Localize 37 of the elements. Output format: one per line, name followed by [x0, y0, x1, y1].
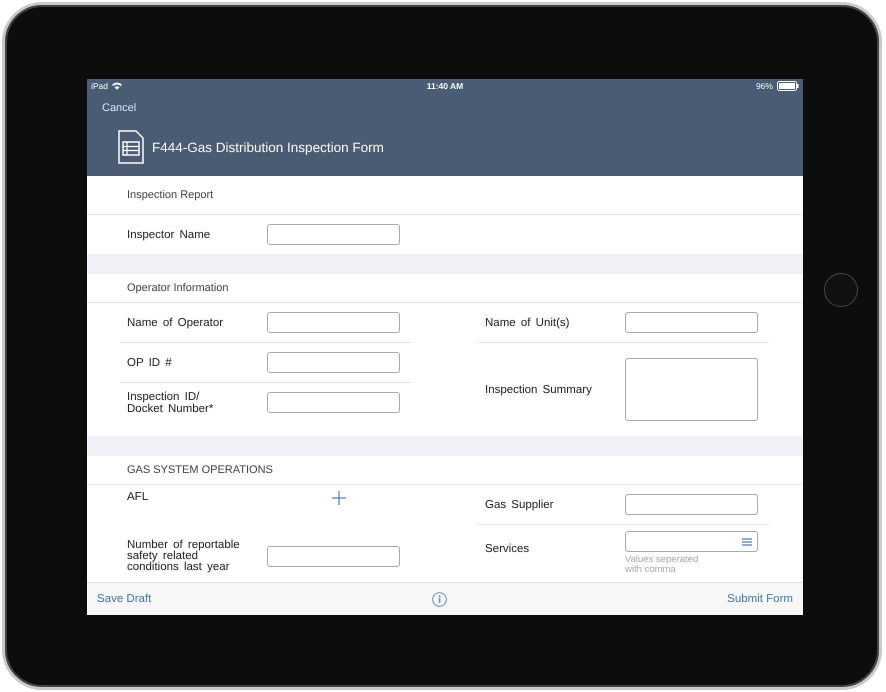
battery-percent: 96%	[756, 81, 773, 91]
section-title: Inspection Report	[127, 189, 214, 201]
input-field[interactable]	[267, 546, 400, 567]
hint-text: Values seperated with comma	[625, 555, 700, 575]
input-field[interactable]	[267, 392, 400, 413]
home-button[interactable]	[824, 273, 858, 307]
list-icon[interactable]	[742, 538, 752, 546]
section-title: Operator Information	[127, 282, 228, 294]
field-label: Name of Unit(s)	[484, 316, 571, 328]
field-label: Inspection ID/ Docket Number*	[126, 390, 214, 414]
input-field[interactable]	[267, 224, 400, 245]
add-icon[interactable]	[332, 491, 346, 505]
input-field[interactable]	[625, 494, 758, 515]
input-field[interactable]	[267, 352, 400, 373]
section-title: GAS SYSTEM OPERATIONS	[127, 464, 273, 476]
form-document-icon	[118, 130, 144, 164]
field-label: Gas Supplier	[484, 498, 554, 510]
form-title: F444-Gas Distribution Inspection Form	[152, 140, 384, 154]
input-field[interactable]	[267, 312, 400, 333]
battery-icon	[776, 81, 799, 91]
device-name: iPad	[91, 81, 108, 91]
input-field[interactable]	[625, 531, 758, 552]
field-label: AFL	[126, 491, 150, 503]
text-area[interactable]	[625, 358, 758, 421]
field-label: Services	[484, 543, 530, 555]
wifi-icon	[112, 82, 122, 90]
cancel-link[interactable]: Cancel	[102, 102, 136, 114]
info-icon[interactable]	[432, 592, 447, 606]
field-label: OP ID #	[126, 356, 173, 368]
field-label: Inspector Name	[126, 228, 212, 240]
input-field[interactable]	[625, 312, 758, 333]
field-label: Name of Operator	[126, 316, 224, 328]
field-label: Inspection Summary	[484, 384, 593, 396]
field-label: Number of reportable safety related conditions last year	[126, 540, 241, 573]
submit-form-link[interactable]: Submit Form	[727, 593, 793, 605]
save-draft-link[interactable]: Save Draft	[97, 593, 152, 605]
status-time: 11:40 AM	[426, 81, 464, 91]
